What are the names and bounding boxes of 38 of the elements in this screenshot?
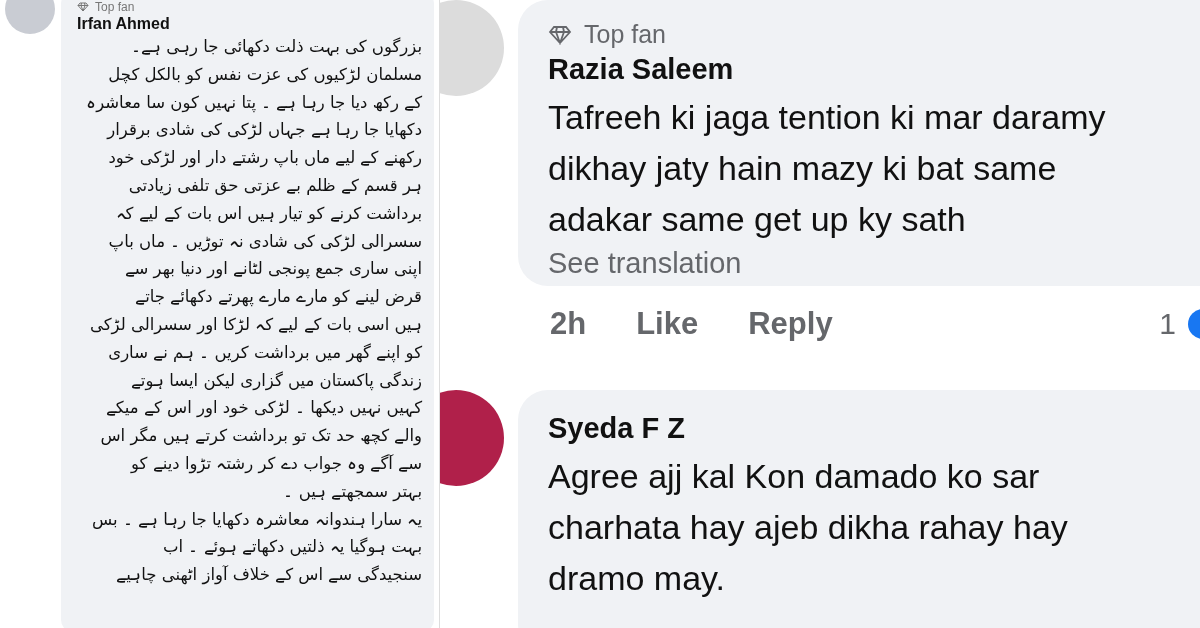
- top-fan-label: Top fan: [584, 20, 666, 49]
- comment-time: 2h: [550, 306, 587, 342]
- comment-text-line: رکھنے کے لیے ماں باپ رشتے دار اور لڑکی خود: [108, 147, 422, 170]
- comment-text-line: بہت ہوگیا یہ ذلتیں دکھاتے ہوئے ۔ اب: [162, 536, 422, 559]
- comment-text-line: اپنی ساری جمع پونجی لٹانے اور دنیا بھر سے: [124, 258, 422, 281]
- author-name[interactable]: Syeda F Z: [548, 412, 685, 445]
- comment-text-line: ہیں اسی بات کے لیے کہ لڑکا اور سسرالی لڑکی: [89, 313, 422, 337]
- comment-text-line: ہر قسم کے ظلم بے عزتی حق تلفی زیادتی: [128, 175, 422, 198]
- top-fan-label: Top fan: [95, 0, 135, 14]
- comment-text-line: دکھایا جا رہا ہے جہاں لڑکی کی شادی برقرار: [107, 119, 422, 142]
- comment-text-line: بزرگوں کی بہت ذلت دکھائی جا رہی ہے۔: [131, 36, 422, 59]
- author-name[interactable]: Razia Saleem: [548, 53, 734, 86]
- comment-text-line: زندگی پاکستان میں گزاری لیکن ایسا ہوتے: [130, 369, 422, 393]
- comment-text-line: سنجیدگی سے اس کے خلاف آواز اٹھنی چاہیے: [116, 564, 422, 587]
- comment-text-line: قرض لینے کو مارے مارے پھرتے دکھائے جاتے: [135, 286, 422, 309]
- comment-text-line: سسرالی لڑکی کی شادی نہ توڑیں ۔ ماں باپ: [108, 230, 422, 254]
- comment-text-line: کہیں نہیں دیکھا ۔ لڑکی خود اور اس کے میکے: [105, 397, 422, 420]
- comment-text-line: adakar same get up ky sath: [548, 199, 966, 240]
- comment-text-line: برداشت کرنے کو تیار ہیں اس بات کے لیے کہ: [115, 202, 422, 226]
- comment-text-line: کو اپنے گھر میں برداشت کریں ۔ ہم نے ساری: [108, 341, 422, 365]
- comment-text-line: Tafreeh ki jaga tention ki mar daramy: [548, 97, 1106, 138]
- diamond-icon: [77, 2, 89, 12]
- reply-link[interactable]: Reply: [748, 306, 833, 342]
- comment-text-line: والے کچھ حد تک تو برداشت کرتے ہیں مگر اس: [100, 425, 422, 448]
- comment-text-line: charhata hay ajeb dikha rahay hay: [548, 507, 1068, 548]
- comment-text-line: dramo may.: [548, 558, 725, 599]
- comment-text-line: بہتر سمجھتے ہیں ۔: [283, 480, 422, 504]
- comment-text-line: کے رکھ دیا جا رہا ہے ۔ پتا نہیں کون سا معاشرہ: [86, 91, 422, 115]
- see-translation-link[interactable]: See translation: [548, 247, 742, 280]
- comment-text-line: سے آگے وہ جواب دے کر رشتہ تڑوا دینے کو: [131, 452, 422, 476]
- reaction-count: 1: [1159, 307, 1176, 341]
- comment-text-line: Agree ajj kal Kon damado ko sar: [548, 456, 1040, 497]
- comment-text-line: dikhay jaty hain mazy ki bat same: [548, 148, 1057, 189]
- diamond-icon: [548, 24, 572, 45]
- author-name[interactable]: Irfan Ahmed: [77, 15, 170, 33]
- comment-text-line: مسلمان لڑکیوں کی عزت نفس کو بالکل کچل: [108, 63, 422, 87]
- like-link[interactable]: Like: [636, 306, 699, 342]
- comment-text-line: یہ سارا ہندوانہ معاشرہ دکھایا جا رہا ہے ۔ بس: [91, 508, 422, 532]
